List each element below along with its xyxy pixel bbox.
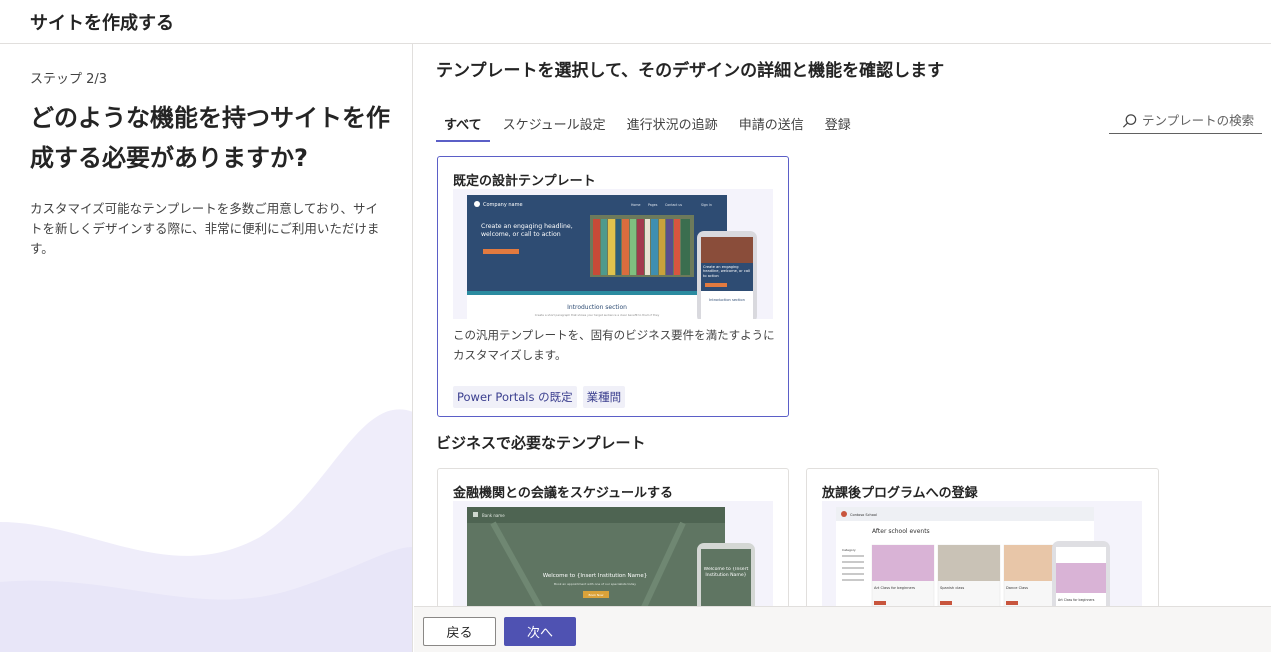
preview-school-heading: After school events xyxy=(872,528,930,535)
template-card-after-school[interactable]: 放課後プログラムへの登録 Contoso School After school… xyxy=(806,468,1159,608)
preview-nav-contact: Contact us xyxy=(665,203,682,207)
template-card-title: 既定の設計テンプレート xyxy=(453,174,596,189)
search-input[interactable] xyxy=(1142,113,1262,128)
filter-tabs: すべて スケジュール設定 進行状況の追跡 申請の送信 登録 xyxy=(436,106,864,142)
preview-bank-name: Bank name xyxy=(482,513,505,518)
business-templates-heading: ビジネスで必要なテンプレート xyxy=(436,434,646,452)
preview-mobile-headline: Create an engaging headline, welcome, or… xyxy=(703,265,751,278)
template-card-title: 放課後プログラムへの登録 xyxy=(822,486,978,501)
page-header: サイトを作成する xyxy=(0,0,1271,44)
preview-bank-sub: Book an appointment with one of our spec… xyxy=(554,582,636,586)
next-button[interactable]: 次へ xyxy=(504,617,576,646)
back-button[interactable]: 戻る xyxy=(423,617,496,646)
preview-school-item-2: Spanish class xyxy=(940,586,964,590)
tab-all[interactable]: すべて xyxy=(436,106,490,142)
template-search[interactable] xyxy=(1109,108,1262,134)
step-question: どのような機能を持つサイトを作成する必要がありますか? xyxy=(30,104,390,172)
step-indicator: ステップ 2/3 xyxy=(30,72,108,87)
preview-school-name: Contoso School xyxy=(850,513,877,517)
decorative-wave xyxy=(0,409,412,652)
page-title: サイトを作成する xyxy=(30,13,174,34)
preview-school-category: Category xyxy=(842,548,856,552)
tag-cross-industry: 業種間 xyxy=(582,386,626,408)
template-card-description: この汎用テンプレートを、固有のビジネス要件を満たすようにカスタマイズします。 xyxy=(453,328,775,362)
template-preview-image: Bank name Welcome to {Insert Institution… xyxy=(453,501,773,608)
template-preview-image: Company name Home Pages Contact us Sign … xyxy=(453,189,773,319)
template-tags: Power Portals の既定 業種間 xyxy=(453,386,626,408)
preview-nav-signin: Sign in xyxy=(701,203,712,207)
preview-intro-text: Create a short paragraph that shows your… xyxy=(535,313,660,317)
search-icon xyxy=(1122,113,1137,128)
preview-mobile-section: Introduction section xyxy=(709,298,745,302)
preview-intro-section: Introduction section xyxy=(567,304,627,311)
preview-bank-mobile-welcome: Welcome to {Insert Institution Name} xyxy=(703,567,749,578)
tab-scheduling[interactable]: スケジュール設定 xyxy=(495,106,614,142)
preview-bank-welcome: Welcome to {Insert Institution Name} xyxy=(543,573,648,579)
template-panel: テンプレートを選択して、そのデザインの詳細と機能を確認します すべて スケジュー… xyxy=(414,44,1271,608)
preview-bank-book-button: Book Now xyxy=(589,593,604,597)
template-preview-image: Contoso School After school events Categ… xyxy=(822,501,1142,608)
preview-headline: Create an engaging headline, welcome, or… xyxy=(481,223,573,238)
bank-template-preview: Bank name Welcome to {Insert Institution… xyxy=(467,507,755,608)
preview-nav-pages: Pages xyxy=(648,203,658,207)
preview-company-name: Company name xyxy=(483,202,523,208)
left-panel: ステップ 2/3 どのような機能を持つサイトを作成する必要がありますか? カスタ… xyxy=(0,44,413,652)
template-card-bank-meeting[interactable]: 金融機関との会議をスケジュールする Bank name Welcome to {… xyxy=(437,468,789,608)
preview-school-item-3: Dance Class xyxy=(1006,586,1028,590)
template-card-title: 金融機関との会議をスケジュールする xyxy=(453,486,673,501)
tab-progress-tracking[interactable]: 進行状況の追跡 xyxy=(619,106,726,142)
step-description: カスタマイズ可能なテンプレートを多数ご用意しており、サイトを新しくデザインする際… xyxy=(30,201,380,256)
preview-nav-home: Home xyxy=(631,203,640,207)
tab-registration[interactable]: 登録 xyxy=(817,106,859,142)
wizard-footer: 戻る 次へ xyxy=(414,606,1271,652)
default-template-preview: Company name Home Pages Contact us Sign … xyxy=(467,195,757,319)
tab-submit-application[interactable]: 申請の送信 xyxy=(731,106,812,142)
school-template-preview: Contoso School After school events Categ… xyxy=(836,507,1110,608)
preview-school-mobile-item: Art Class for beginners xyxy=(1058,598,1095,602)
template-heading: テンプレートを選択して、そのデザインの詳細と機能を確認します xyxy=(436,61,945,81)
preview-books-image xyxy=(590,215,694,277)
template-card-default[interactable]: 既定の設計テンプレート Company name Home Pages Cont… xyxy=(437,156,789,417)
preview-school-item-1: Art Class for beginners xyxy=(874,586,915,590)
tag-power-portals-default: Power Portals の既定 xyxy=(453,386,577,408)
